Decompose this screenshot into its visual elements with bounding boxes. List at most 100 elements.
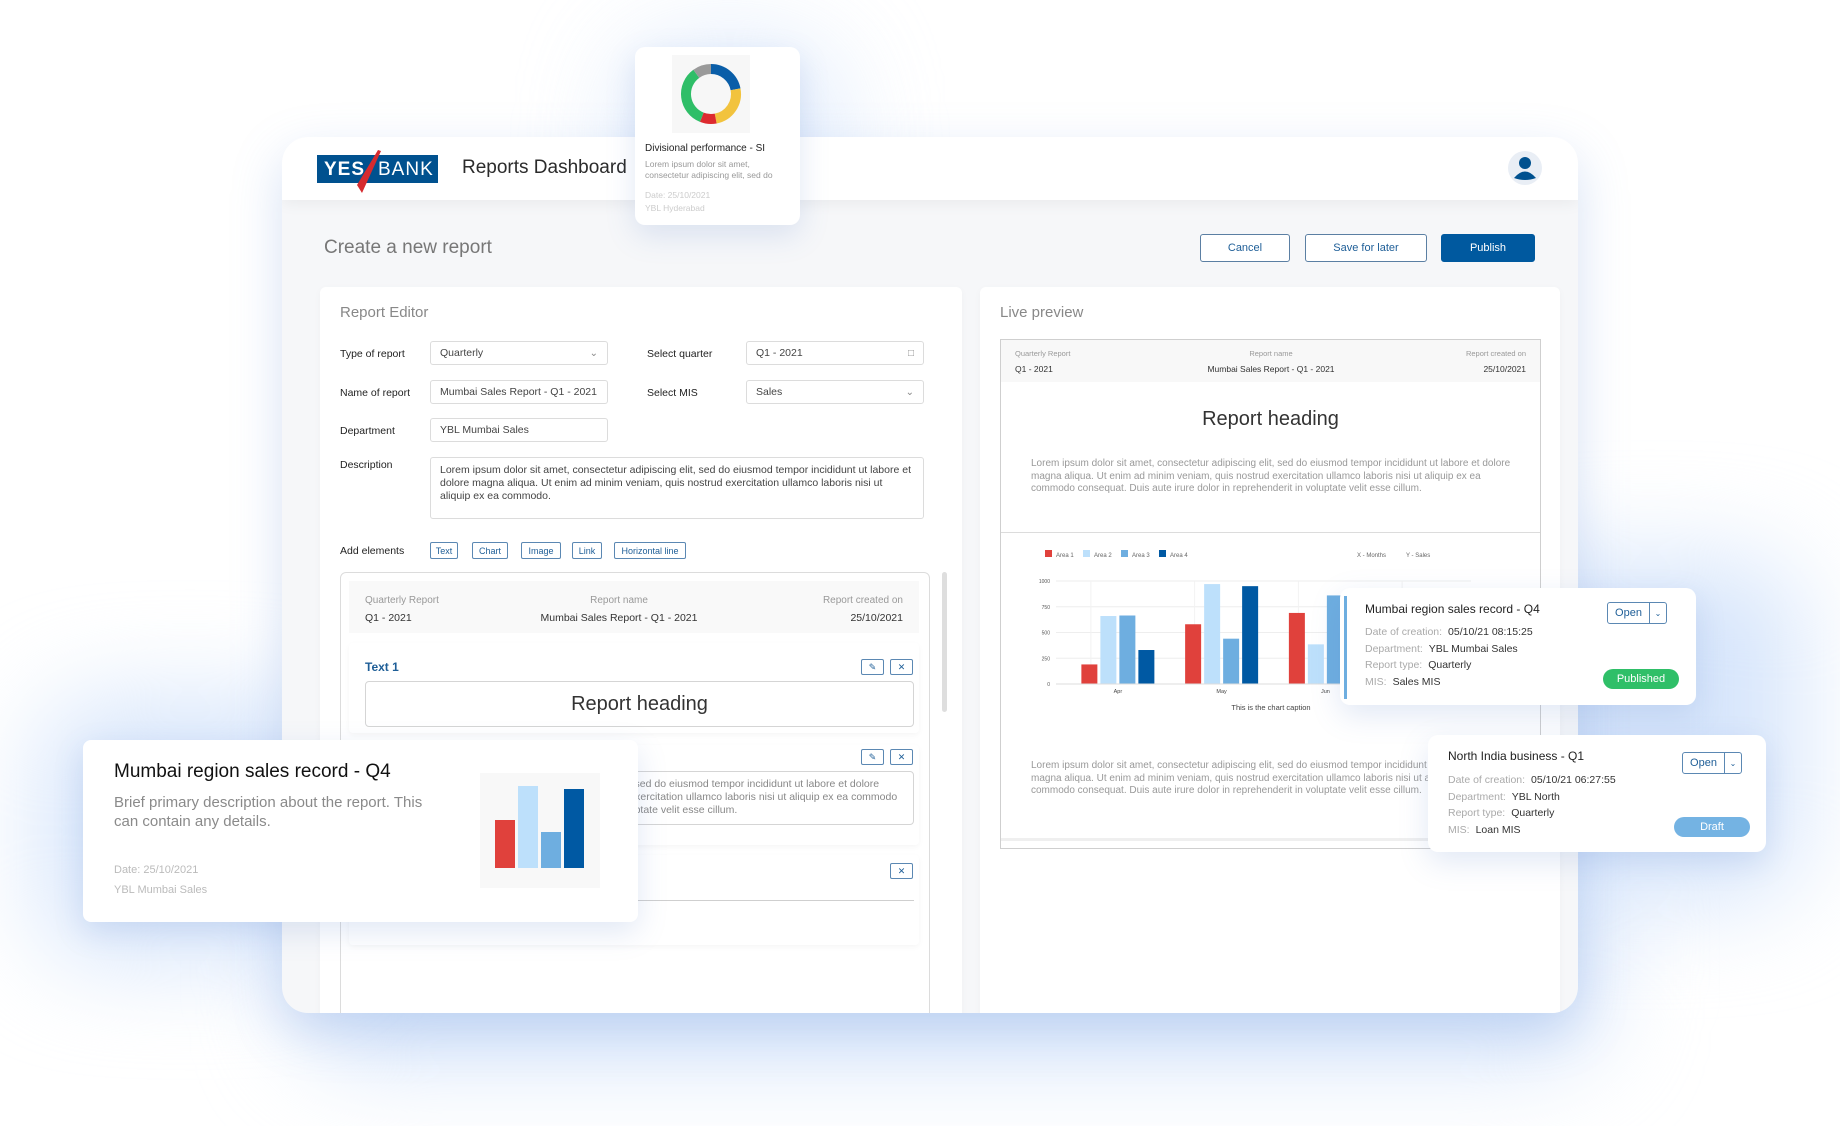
preview-meta-created-head: Report created on <box>1465 349 1526 358</box>
select-mis-select[interactable]: Sales ⌄ <box>746 380 924 404</box>
add-image-button[interactable]: Image <box>521 542 561 559</box>
text-block-1-input[interactable]: Report heading <box>365 681 914 727</box>
legend-label: Area 2 <box>1094 553 1112 559</box>
divisional-location: YBL Hyderabad <box>645 203 705 213</box>
add-link-button[interactable]: Link <box>572 542 602 559</box>
type-of-report-select[interactable]: Quarterly ⌄ <box>430 341 608 365</box>
open-button[interactable]: Open ⌄ <box>1682 752 1742 774</box>
mumbai-card-dept: YBL Mumbai Sales <box>114 884 208 896</box>
detail-row: Department: YBL Mumbai Sales <box>1365 641 1533 658</box>
delete-block-button[interactable]: ✕ <box>890 659 913 675</box>
chevron-down-icon: ⌄ <box>589 347 598 359</box>
select-mis-label: Select MIS <box>647 387 698 399</box>
detail-row: Date of creation: 05/10/21 08:15:25 <box>1365 624 1533 641</box>
detail-key: Date of creation: <box>1448 774 1526 786</box>
north-record-details: Date of creation: 05/10/21 06:27:55 Depar… <box>1448 772 1616 838</box>
close-icon: ✕ <box>897 661 906 672</box>
page-title: Create a new report <box>324 237 492 258</box>
description-textarea[interactable]: Lorem ipsum dolor sit amet, consectetur … <box>430 457 924 519</box>
detail-row: Report type: Quarterly <box>1448 805 1616 822</box>
preview-meta-quarter: Quarterly Report Q1 - 2021 <box>1015 349 1070 374</box>
donut-slice-yellow <box>714 88 741 124</box>
logo-text-bank: BANK <box>378 159 434 180</box>
preview-meta-quarter-value: Q1 - 2021 <box>1015 364 1053 374</box>
preview-meta-created-value: 25/10/2021 <box>1483 364 1526 374</box>
add-horizontal-line-button[interactable]: Horizontal line <box>614 542 686 559</box>
app-title: Reports Dashboard <box>462 157 627 178</box>
detail-value: 05/10/21 08:15:25 <box>1448 626 1533 638</box>
bar-area-4-apr <box>1138 650 1155 684</box>
y-tick-label: 500 <box>1042 631 1051 637</box>
bar-area-2-may <box>1204 584 1221 684</box>
preview-meta-name-value: Mumbai Sales Report - Q1 - 2021 <box>1207 364 1335 374</box>
user-avatar-icon[interactable] <box>1508 151 1542 185</box>
meta-quarter: Quarterly Report Q1 - 2021 <box>365 595 439 624</box>
add-chart-button[interactable]: Chart <box>472 542 508 559</box>
calendar-icon: □ <box>907 347 914 359</box>
save-for-later-button[interactable]: Save for later <box>1305 234 1427 262</box>
name-of-report-input[interactable]: Mumbai Sales Report - Q1 - 2021 <box>430 380 608 404</box>
x-tick-label: May <box>1216 689 1227 695</box>
department-input[interactable]: YBL Mumbai Sales <box>430 418 608 442</box>
meta-quarter-value: Q1 - 2021 <box>365 612 412 624</box>
open-button-label: Open <box>1608 603 1650 623</box>
detail-key: Department: <box>1448 790 1506 803</box>
select-mis-value: Sales <box>756 386 783 398</box>
select-quarter-value: Q1 - 2021 <box>756 347 803 359</box>
donut-thumbnail <box>672 55 750 133</box>
preview-meta-name: Report name Mumbai Sales Report - Q1 - 2… <box>1171 349 1371 374</box>
detail-value: Quarterly <box>1511 807 1555 819</box>
type-of-report-value: Quarterly <box>440 347 484 359</box>
edit-block-button[interactable]: ✎ <box>861 659 884 675</box>
x-tick-label: Apr <box>1114 689 1123 695</box>
donut-chart <box>681 64 741 124</box>
y-tick-label: 250 <box>1042 656 1051 662</box>
pencil-icon: ✎ <box>868 661 877 672</box>
yes-bank-logo[interactable]: YES BANK <box>317 150 438 193</box>
delete-block-button[interactable]: ✕ <box>890 749 913 765</box>
chevron-down-icon[interactable]: ⌄ <box>1650 603 1666 623</box>
publish-button[interactable]: Publish <box>1441 234 1535 262</box>
add-elements-label: Add elements <box>340 545 405 557</box>
preview-meta-quarter-head: Quarterly Report <box>1015 349 1071 358</box>
card-accent-bar <box>1344 596 1347 699</box>
y-tick-label: 1000 <box>1039 579 1050 585</box>
bar-area-1-jun <box>1288 612 1305 684</box>
delete-block-button[interactable]: ✕ <box>890 863 913 879</box>
open-button[interactable]: Open ⌄ <box>1607 602 1667 624</box>
meta-created-head: Report created on <box>822 595 903 606</box>
divisional-title: Divisional performance - SI <box>645 143 766 154</box>
report-editor-title: Report Editor <box>340 304 429 321</box>
detail-value: Sales MIS <box>1392 675 1441 688</box>
edit-block-button[interactable]: ✎ <box>861 749 884 765</box>
north-india-record-card[interactable]: North India business - Q1 Open ⌄ Date of… <box>1428 735 1766 852</box>
mumbai-report-card[interactable]: Mumbai region sales record - Q4 Brief pr… <box>83 740 638 922</box>
department-value: YBL Mumbai Sales <box>440 424 529 436</box>
pencil-icon: ✎ <box>868 751 877 762</box>
meta-name-head: Report name <box>590 595 648 606</box>
thumbnail-bar <box>564 789 584 868</box>
cancel-button[interactable]: Cancel <box>1200 234 1290 262</box>
select-quarter-input[interactable]: Q1 - 2021 □ <box>746 341 924 365</box>
type-of-report-label: Type of report <box>340 348 405 360</box>
add-text-button[interactable]: Text <box>430 542 458 559</box>
detail-row: MIS: Loan MIS <box>1448 822 1616 839</box>
bar-area-2-jun <box>1307 644 1324 684</box>
editor-scrollbar[interactable] <box>942 572 947 712</box>
divisional-performance-card[interactable]: Divisional performance - SI Lorem ipsum … <box>635 47 800 225</box>
legend-swatch <box>1159 550 1166 557</box>
y-tick-label: 750 <box>1042 605 1051 611</box>
detail-row: Department: YBL North <box>1448 789 1616 806</box>
mumbai-record-card[interactable]: Mumbai region sales record - Q4 Open ⌄ D… <box>1340 588 1696 705</box>
bar-area-1-apr <box>1081 664 1098 684</box>
mumbai-card-title: Mumbai region sales record - Q4 <box>114 761 391 782</box>
canvas-meta-bar: Quarterly Report Q1 - 2021 Report name M… <box>349 581 919 633</box>
chevron-down-icon[interactable]: ⌄ <box>1725 753 1741 773</box>
detail-key: Report type: <box>1365 659 1423 671</box>
mumbai-card-desc: Brief primary description about the repo… <box>114 794 423 830</box>
meta-name-value: Mumbai Sales Report - Q1 - 2021 <box>540 612 698 624</box>
thumbnail-bar <box>495 820 515 868</box>
detail-row: MIS: Sales MIS <box>1365 674 1533 691</box>
preview-divider <box>1001 532 1540 533</box>
north-record-title: North India business - Q1 <box>1448 749 1585 763</box>
